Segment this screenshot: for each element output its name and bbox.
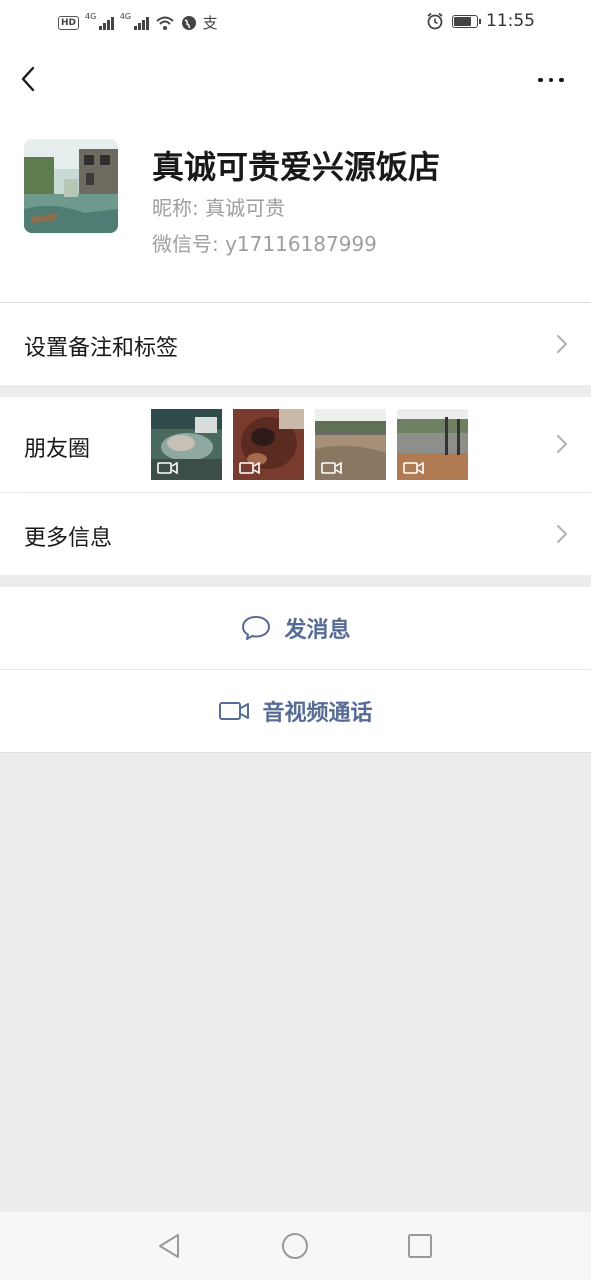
video-camera-icon xyxy=(157,461,178,475)
avatar[interactable] xyxy=(24,139,118,233)
nav-home-icon[interactable] xyxy=(279,1230,311,1262)
profile-nickname: 昵称: 真诚可贵 xyxy=(152,196,286,220)
chevron-right-icon xyxy=(557,335,567,353)
battery-level xyxy=(454,16,471,26)
moments-thumbnails xyxy=(151,409,468,480)
send-message-label: 发消息 xyxy=(284,618,351,643)
alipay-icon: 支 xyxy=(202,14,218,32)
video-camera-icon xyxy=(239,461,260,475)
profile-wechat-id: 微信号: y17116187999 xyxy=(152,232,377,256)
wifi-icon xyxy=(155,16,174,30)
video-camera-icon xyxy=(403,461,424,475)
chevron-left-icon[interactable] xyxy=(14,64,44,94)
status-icons-right: 11:55 xyxy=(426,11,535,31)
network-tag: 4G xyxy=(119,12,132,21)
nav-recents-icon[interactable] xyxy=(404,1230,436,1262)
system-nav-bar xyxy=(0,1212,591,1280)
video-camera-icon xyxy=(219,702,250,720)
alarm-icon xyxy=(427,12,443,30)
video-call-button[interactable]: 音视频通话 xyxy=(0,670,591,752)
moments-label: 朋友圈 xyxy=(24,437,91,462)
moments-row[interactable]: 朋友圈 xyxy=(0,397,591,492)
network-tag: 4G xyxy=(85,12,97,21)
battery-icon xyxy=(452,14,481,28)
more-dots-icon[interactable] xyxy=(533,70,569,90)
remark-tags-row[interactable]: 设置备注和标签 xyxy=(0,303,591,385)
chevron-right-icon xyxy=(557,435,567,453)
profile-name: 真诚可贵爱兴源饭店 xyxy=(152,148,441,186)
divider xyxy=(0,752,591,753)
chevron-right-icon xyxy=(557,525,567,543)
moment-thumb[interactable] xyxy=(233,409,304,480)
video-camera-icon xyxy=(321,461,342,475)
video-call-label: 音视频通话 xyxy=(262,701,373,726)
status-icons-left: HD 4G 4G 支 xyxy=(58,12,218,33)
remark-tags-label: 设置备注和标签 xyxy=(24,336,179,361)
hd-icon: HD xyxy=(58,15,80,30)
moment-thumb[interactable] xyxy=(151,409,222,480)
send-message-button[interactable]: 发消息 xyxy=(0,587,591,669)
status-time: 11:55 xyxy=(486,11,535,31)
profile-header: 真诚可贵爱兴源饭店 昵称: 真诚可贵 微信号: y17116187999 xyxy=(0,46,591,302)
signal-icon xyxy=(134,16,149,30)
more-info-row[interactable]: 更多信息 xyxy=(0,493,591,575)
more-info-label: 更多信息 xyxy=(24,526,113,551)
globe-icon xyxy=(181,15,196,30)
signal-icon xyxy=(99,16,114,30)
moment-thumb[interactable] xyxy=(315,409,386,480)
nav-back-icon[interactable] xyxy=(154,1230,186,1262)
moment-thumb[interactable] xyxy=(397,409,468,480)
status-bar: HD 4G 4G 支 11:55 xyxy=(0,0,591,46)
chat-bubble-icon xyxy=(242,616,271,640)
